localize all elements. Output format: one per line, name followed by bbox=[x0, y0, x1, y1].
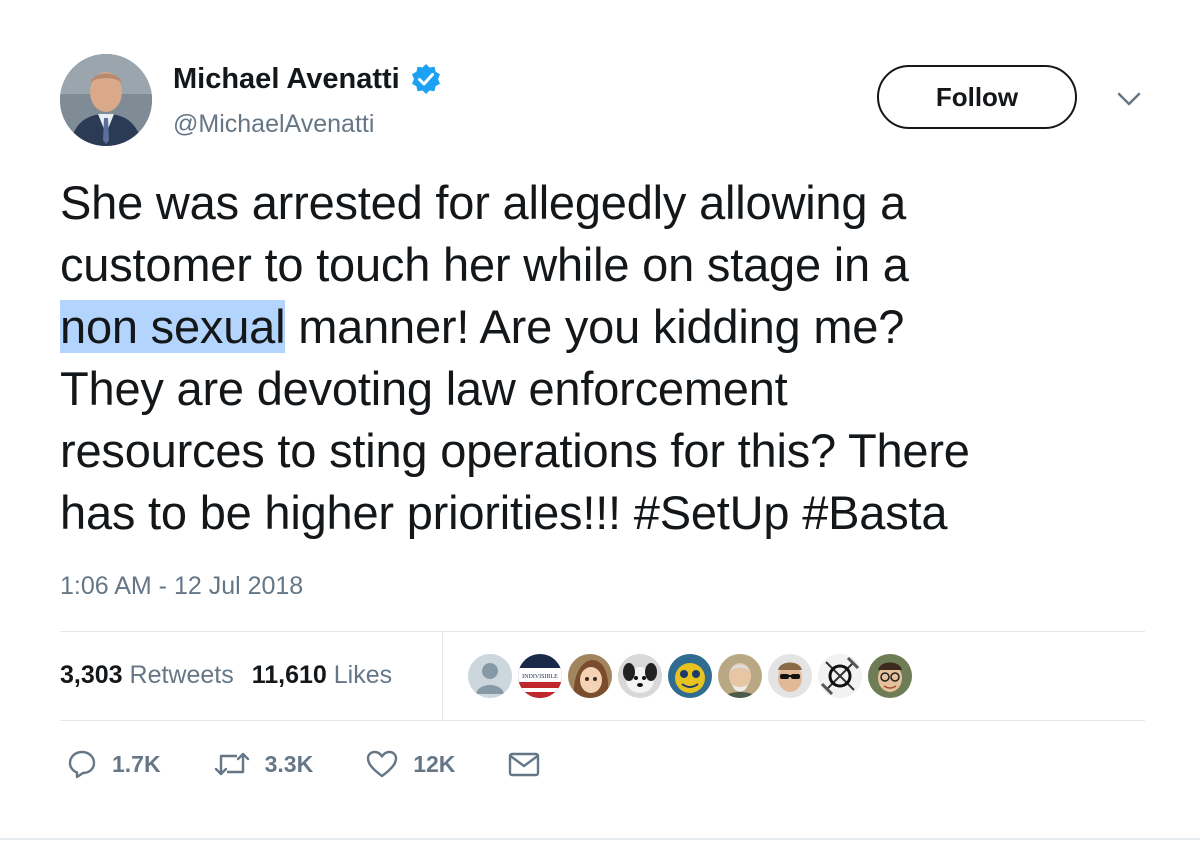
sunglasses-man-avatar[interactable] bbox=[766, 652, 814, 700]
reply-button[interactable]: 1.7K bbox=[66, 748, 161, 780]
selected-text-highlight: non sexual bbox=[60, 300, 286, 353]
tweet-text-line: resources to sting operations for this? … bbox=[60, 424, 970, 477]
retweet-icon bbox=[213, 748, 251, 780]
tweet-card: Michael Avenatti @MichaelAvenatti Follow… bbox=[0, 0, 1200, 843]
tweet-text-line: customer to touch her while on stage in … bbox=[60, 238, 909, 291]
retweets-label: Retweets bbox=[129, 661, 234, 689]
author-avatar[interactable] bbox=[60, 54, 152, 146]
author-name[interactable]: Michael Avenatti bbox=[173, 62, 400, 96]
verified-badge-icon bbox=[410, 63, 442, 95]
tweet-text-line: non sexual manner! Are you kidding me? bbox=[60, 296, 1160, 358]
indivisible-logo-avatar[interactable]: INDIVISIBLE bbox=[516, 652, 564, 700]
svg-text:INDIVISIBLE: INDIVISIBLE bbox=[522, 674, 558, 680]
follow-button[interactable]: Follow bbox=[877, 65, 1077, 129]
likes-count: 11,610 bbox=[251, 661, 327, 689]
tweet-timestamp[interactable]: 1:06 AM - 12 Jul 2018 bbox=[60, 570, 303, 602]
reply-icon bbox=[66, 748, 98, 780]
author-name-row: Michael Avenatti bbox=[173, 62, 442, 96]
like-count: 12K bbox=[413, 750, 456, 777]
retweet-count: 3.3K bbox=[264, 750, 314, 777]
likes-label: Likes bbox=[333, 661, 393, 689]
mascot-avatar[interactable] bbox=[666, 652, 714, 700]
reply-count: 1.7K bbox=[112, 750, 161, 777]
retweets-stat[interactable]: 3,303 Retweets bbox=[60, 657, 234, 693]
tweet-stats: 3,303 Retweets 11,610 Likes bbox=[60, 657, 392, 693]
tweet-text-line: has to be higher priorities!!! #SetUp #B… bbox=[60, 486, 948, 539]
envelope-icon bbox=[507, 749, 541, 779]
retweet-button[interactable]: 3.3K bbox=[213, 748, 314, 780]
likes-stat[interactable]: 11,610 Likes bbox=[252, 657, 392, 693]
tweet-actions: 1.7K 3.3K 12K bbox=[66, 748, 593, 780]
tweet-text-fragment: manner! Are you kidding me? bbox=[285, 300, 905, 353]
sketch-avatar[interactable] bbox=[816, 652, 864, 700]
tweet-text: She was arrested for allegedly allowing … bbox=[60, 172, 1160, 544]
divider bbox=[60, 631, 1145, 632]
card-bottom-border bbox=[0, 838, 1200, 840]
older-man-avatar[interactable] bbox=[716, 652, 764, 700]
chevron-down-icon[interactable] bbox=[1116, 89, 1142, 109]
divider bbox=[60, 720, 1145, 721]
tweet-text-line: She was arrested for allegedly allowing … bbox=[60, 176, 907, 229]
direct-message-button[interactable] bbox=[507, 749, 541, 779]
dog-avatar[interactable] bbox=[616, 652, 664, 700]
liker-avatars: INDIVISIBLE bbox=[466, 652, 914, 700]
anime-girl-avatar[interactable] bbox=[566, 652, 614, 700]
retweets-count: 3,303 bbox=[60, 661, 123, 689]
author-handle[interactable]: @MichaelAvenatti bbox=[173, 109, 374, 139]
like-button[interactable]: 12K bbox=[365, 748, 455, 780]
tweet-text-line: They are devoting law enforcement bbox=[60, 362, 788, 415]
stats-divider bbox=[442, 632, 443, 720]
glasses-man-avatar[interactable] bbox=[866, 652, 914, 700]
default-avatar[interactable] bbox=[466, 652, 514, 700]
heart-icon bbox=[365, 748, 399, 780]
